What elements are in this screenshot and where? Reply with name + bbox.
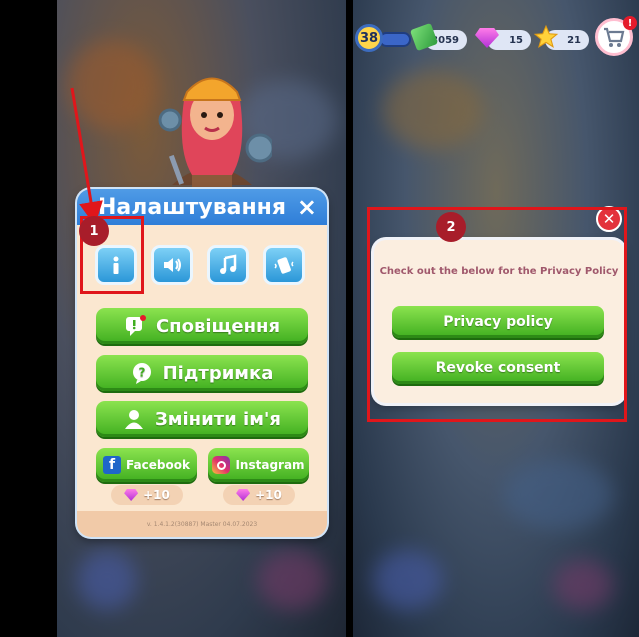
background-blur [77,550,137,610]
sound-button[interactable] [151,245,193,285]
cart-icon [604,27,625,47]
stars-value: 21 [567,34,581,46]
background-blur [383,70,483,150]
background-blur [553,560,613,610]
instagram-button[interactable]: Instagram [208,448,309,482]
step-badge-1: 1 [79,216,109,246]
instagram-label: Instagram [235,458,305,472]
annotation-box-2 [367,207,627,422]
user-icon [123,408,145,430]
step-badge-2: 2 [436,212,466,242]
instagram-reward-value: +10 [255,488,282,502]
speaker-icon [164,258,181,272]
level-progress-bar [379,32,411,47]
background-blur [257,550,327,610]
music-button[interactable] [207,245,249,285]
mechanic-character-illustration [158,77,272,195]
background-blur [67,40,157,130]
close-icon[interactable]: × [297,193,317,221]
left-screenshot-panel: Налаштування × Сповіщення ? Підтримка Зм… [57,0,346,637]
music-note-icon [220,254,237,274]
change-name-button[interactable]: Змінити ім'я [96,401,308,437]
resource-top-bar: 38 3059 15 21 ! [353,16,639,56]
vibration-button[interactable] [263,245,305,285]
instagram-icon [212,456,231,474]
notification-icon [124,315,146,337]
gems-value: 15 [509,34,523,46]
star-icon [533,24,559,48]
vibration-icon [274,257,294,274]
change-name-label: Змінити ім'я [155,408,281,430]
gem-icon [124,489,139,501]
support-label: Підтримка [162,362,274,384]
instagram-reward: +10 [223,485,295,505]
gem-icon [236,489,251,501]
facebook-label: Facebook [126,458,190,472]
notifications-label: Сповіщення [155,315,281,337]
background-blur [503,460,613,530]
help-icon: ? [131,362,153,384]
facebook-reward-value: +10 [143,488,170,502]
support-button[interactable]: ? Підтримка [96,355,308,391]
facebook-icon: f [103,456,122,474]
notifications-button[interactable]: Сповіщення [96,308,308,344]
background-blur [373,550,443,610]
facebook-reward: +10 [111,485,183,505]
version-text: v. 1.4.1.2(30887) Master 04.07.2023 [77,511,327,537]
svg-text:?: ? [138,366,145,380]
shop-alert-badge: ! [623,16,637,30]
facebook-button[interactable]: f Facebook [96,448,197,482]
level-badge[interactable]: 38 [355,24,383,52]
